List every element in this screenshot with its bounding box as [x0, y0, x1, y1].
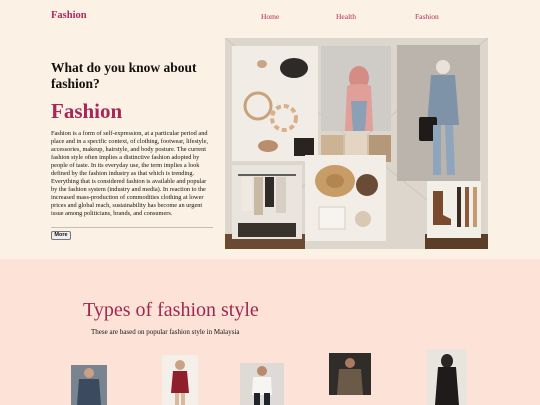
site-header: Fashion Home Health Fashion — [0, 0, 540, 34]
types-subtitle: These are based on popular fashion style… — [91, 328, 240, 336]
nav-home-link[interactable]: Home — [261, 12, 279, 21]
hero-question: What do you know about fashion? — [51, 60, 197, 91]
types-title: Types of fashion style — [83, 299, 259, 321]
nav-health-link[interactable]: Health — [336, 12, 356, 21]
boots-belts-photo — [427, 181, 481, 238]
brand-logo[interactable]: Fashion — [51, 10, 87, 21]
accessories-photo — [232, 46, 318, 161]
style-thumb-streetwear[interactable] — [329, 353, 371, 395]
divider — [51, 227, 213, 228]
woman-with-bag-photo — [397, 45, 480, 181]
hero-body-text: Fashion is a form of self-expression, at… — [51, 130, 208, 218]
straw-hat-flatlay-photo — [305, 155, 386, 241]
style-thumb-chic[interactable] — [162, 355, 198, 405]
fashion-collage-image — [225, 38, 488, 249]
style-thumb-casual[interactable] — [71, 365, 107, 405]
more-button[interactable]: More — [51, 231, 71, 240]
clothing-rack-photo — [232, 165, 302, 239]
types-section: Types of fashion style These are based o… — [0, 259, 540, 405]
hero-title: Fashion — [51, 99, 123, 123]
style-thumb-modest[interactable] — [427, 349, 467, 405]
hijab-woman-photo — [321, 46, 391, 131]
style-thumb-smart-casual[interactable] — [240, 363, 284, 405]
nav-fashion-link[interactable]: Fashion — [415, 12, 439, 21]
